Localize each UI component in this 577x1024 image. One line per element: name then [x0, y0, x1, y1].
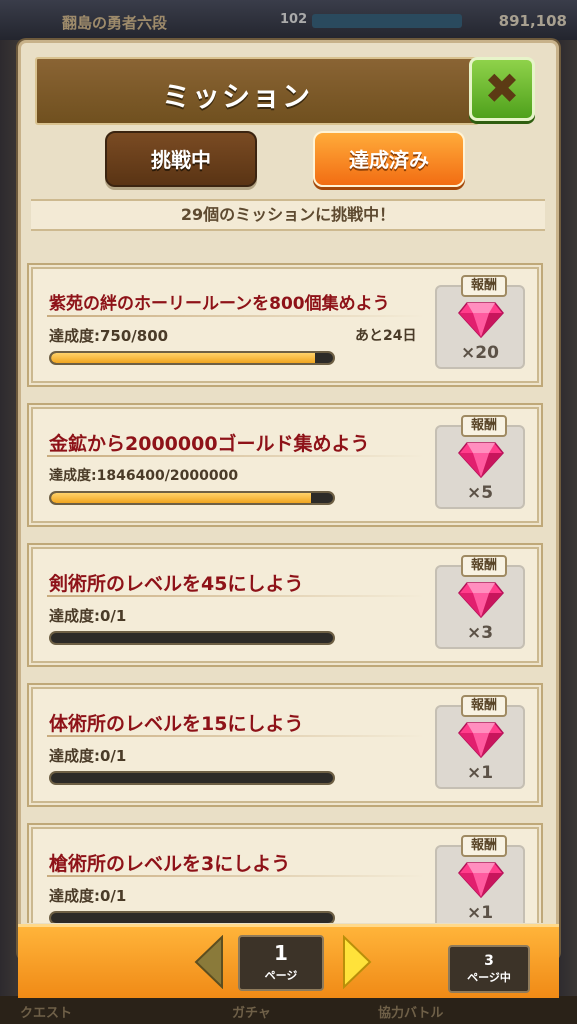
title-underline	[47, 455, 425, 457]
mission-progress-bar	[49, 911, 335, 923]
nav-coop-battle: 協力バトル	[378, 1006, 444, 1021]
nav-quest: クエスト	[20, 1006, 73, 1021]
gem-icon	[458, 582, 504, 619]
experience-bar	[312, 14, 462, 28]
mission-panel: ミッション ✖ 挑戦中 達成済み 29個のミッションに挑戦中！ 紫苑の絆のホーリ…	[18, 40, 559, 960]
reward-box: 報酬 ×1	[435, 835, 525, 923]
gem-icon	[458, 442, 504, 479]
close-x-icon: ✖	[484, 64, 520, 113]
mission-progress-text: 達成度:0/1	[49, 887, 127, 905]
reward-quantity: ×5	[466, 483, 494, 503]
mission-remaining-days: あと24日	[355, 328, 417, 344]
panel-title: ミッション	[161, 80, 312, 113]
progress-bar-fill	[51, 353, 316, 363]
panel-header: ミッション	[35, 57, 479, 125]
reward-label: 報酬	[461, 415, 507, 437]
mission-progress-bar	[49, 491, 335, 505]
mission-card[interactable]: 金鉱から2000000ゴールド集めよう 達成度:1846400/2000000 …	[31, 407, 539, 523]
reward-label: 報酬	[461, 835, 507, 857]
title-underline	[47, 735, 425, 737]
mission-progress-text: 達成度:0/1	[49, 747, 127, 765]
mission-title: 剣術所のレベルを45にしよう	[49, 573, 304, 595]
total-pages-number: 3	[484, 953, 494, 969]
reward-quantity: ×1	[466, 763, 494, 783]
reward-box: 報酬 ×1	[435, 695, 525, 789]
total-pages-box: 3 ページ中	[448, 945, 530, 993]
mission-progress-text: 達成度:0/1	[49, 607, 127, 625]
reward-label: 報酬	[461, 695, 507, 717]
gem-icon	[458, 302, 504, 339]
reward-box: 報酬 ×5	[435, 415, 525, 509]
gem-icon	[458, 862, 504, 899]
current-page-box: 1 ページ	[238, 935, 324, 991]
mission-progress-text: 達成度:1846400/2000000	[49, 468, 239, 484]
reward-quantity: ×20	[461, 343, 499, 363]
reward-label: 報酬	[461, 555, 507, 577]
currency-amount: 891,108	[498, 12, 567, 30]
background-top-bar: 翻島の勇者六段 102 891,108	[0, 0, 577, 40]
current-page-unit: ページ	[264, 969, 298, 982]
progress-bar-fill	[51, 493, 312, 503]
mission-title: 紫苑の絆のホーリールーンを800個集めよう	[49, 294, 390, 314]
reward-box: 報酬 ×3	[435, 555, 525, 649]
reward-label: 報酬	[461, 275, 507, 297]
mission-progress-bar	[49, 771, 335, 785]
background-left-edge	[0, 40, 20, 1000]
player-title: 翻島の勇者六段	[62, 14, 168, 32]
mission-count-ribbon: 29個のミッションに挑戦中！	[31, 199, 545, 231]
mission-title: 槍術所のレベルを3にしよう	[49, 853, 291, 875]
gem-icon	[458, 722, 504, 759]
mission-title: 金鉱から2000000ゴールド集めよう	[49, 433, 370, 455]
mission-card[interactable]: 槍術所のレベルを3にしよう 達成度:0/1 報酬 ×1	[31, 827, 539, 923]
mission-list[interactable]: 紫苑の絆のホーリールーンを800個集めよう 達成度:750/800 あと24日 …	[21, 241, 556, 923]
title-underline	[47, 875, 425, 877]
background-right-edge	[557, 40, 577, 1000]
tab-in-progress[interactable]: 挑戦中	[105, 131, 257, 187]
nav-gacha: ガチャ	[232, 1006, 271, 1021]
mission-card[interactable]: 紫苑の絆のホーリールーンを800個集めよう 達成度:750/800 あと24日 …	[31, 267, 539, 383]
current-page-number: 1	[274, 941, 288, 965]
reward-quantity: ×3	[466, 623, 494, 643]
mission-progress-bar	[49, 631, 335, 645]
mission-progress-bar	[49, 351, 335, 365]
tab-completed[interactable]: 達成済み	[313, 131, 465, 187]
background-bottom-nav: クエスト ガチャ 協力バトル	[0, 996, 577, 1024]
pagination-bar: 1 ページ 3 ページ中	[18, 924, 559, 998]
mission-card[interactable]: 体術所のレベルを15にしよう 達成度:0/1 報酬 ×1	[31, 687, 539, 803]
next-page-arrow-icon[interactable]	[342, 935, 372, 989]
mission-progress-text: 達成度:750/800	[49, 327, 169, 345]
reward-quantity: ×1	[466, 903, 494, 923]
prev-page-arrow-icon[interactable]	[194, 935, 224, 989]
title-underline	[47, 315, 425, 317]
title-underline	[47, 595, 425, 597]
reward-box: 報酬 ×20	[435, 275, 525, 369]
close-button[interactable]: ✖	[469, 57, 535, 121]
mission-title: 体術所のレベルを15にしよう	[49, 713, 304, 735]
total-pages-unit: ページ中	[467, 971, 511, 984]
player-level: 102	[280, 12, 308, 27]
mission-card[interactable]: 剣術所のレベルを45にしよう 達成度:0/1 報酬 ×3	[31, 547, 539, 663]
